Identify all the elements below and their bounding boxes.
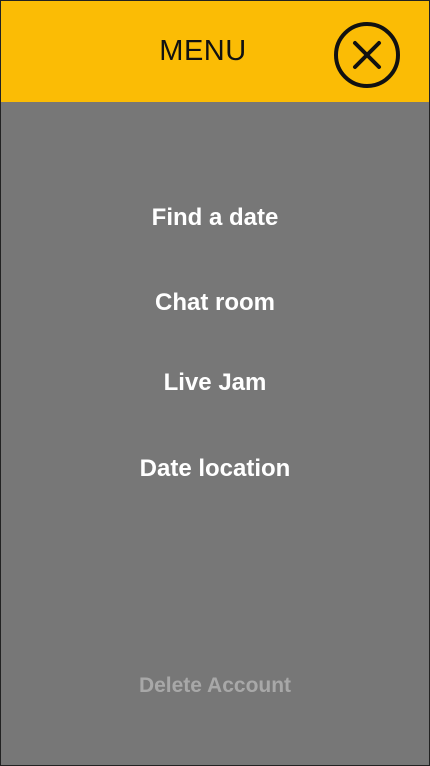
menu-item-live-jam[interactable]: Live Jam xyxy=(1,369,429,397)
menu-item-chat-room[interactable]: Chat room xyxy=(1,289,429,317)
menu-item-date-location[interactable]: Date location xyxy=(1,455,429,483)
delete-account-button[interactable]: Delete Account xyxy=(1,674,429,698)
menu-header: MENU xyxy=(1,1,429,102)
close-icon xyxy=(334,22,400,88)
close-button[interactable] xyxy=(333,21,401,89)
menu-item-find-a-date[interactable]: Find a date xyxy=(1,204,429,232)
menu-screen: MENU Find a date Chat room Live Jam Date… xyxy=(0,0,430,766)
